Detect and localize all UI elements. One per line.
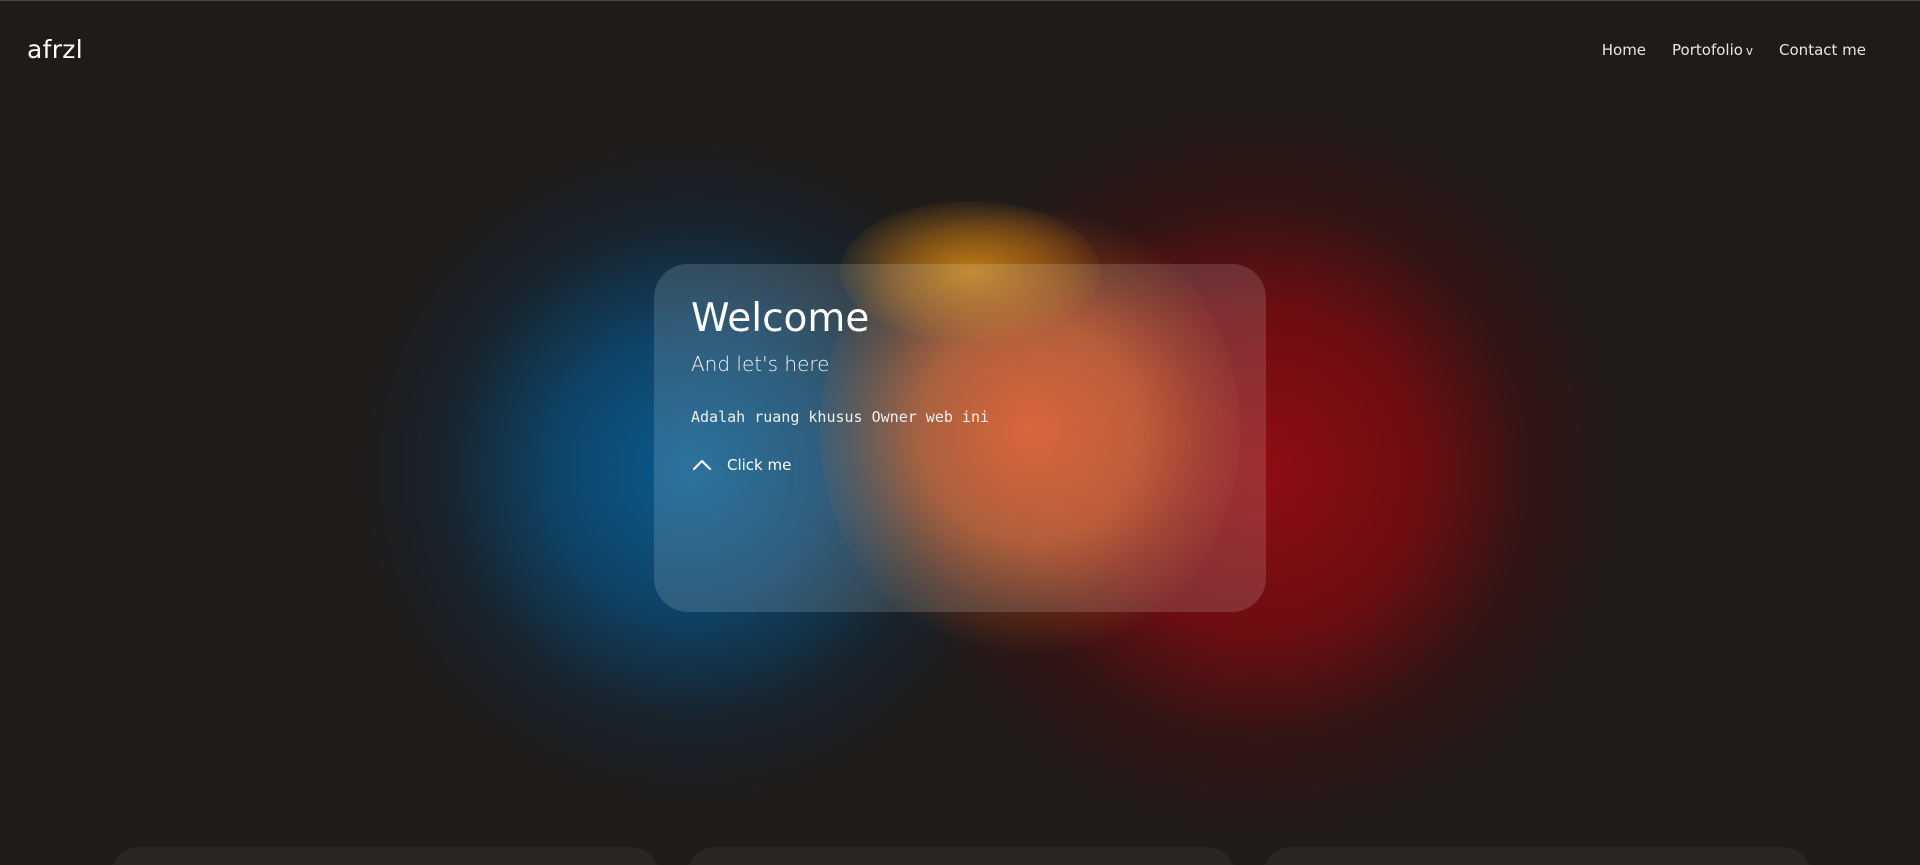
nav-contact[interactable]: Contact me xyxy=(1779,41,1866,59)
hero-subtitle: And let's here xyxy=(691,352,830,376)
nav-portofolio-label: Portofolio xyxy=(1672,41,1743,59)
portfolio-card-3[interactable] xyxy=(1262,847,1812,865)
chevron-up-icon xyxy=(692,459,712,471)
hero-description: Adalah ruang khusus Owner web ini xyxy=(691,408,990,426)
welcome-card: Welcome And let's here Adalah ruang khus… xyxy=(654,264,1266,612)
page: afrzl Home Portofolio v Contact me Welcom… xyxy=(0,0,1920,865)
nav-home[interactable]: Home xyxy=(1602,41,1646,59)
brand-logo[interactable]: afrzl xyxy=(27,35,83,64)
click-me-button[interactable]: Click me xyxy=(691,454,1229,476)
main-nav: Home Portofolio v Contact me xyxy=(1602,41,1866,59)
portfolio-card-2[interactable] xyxy=(686,847,1236,865)
click-me-label: Click me xyxy=(727,456,792,474)
portfolio-card-1[interactable] xyxy=(110,847,660,865)
site-header: afrzl Home Portofolio v Contact me xyxy=(0,1,1920,101)
hero-title: Welcome xyxy=(691,296,870,341)
nav-portofolio[interactable]: Portofolio v xyxy=(1672,41,1753,59)
dropdown-caret-icon: v xyxy=(1745,44,1754,58)
